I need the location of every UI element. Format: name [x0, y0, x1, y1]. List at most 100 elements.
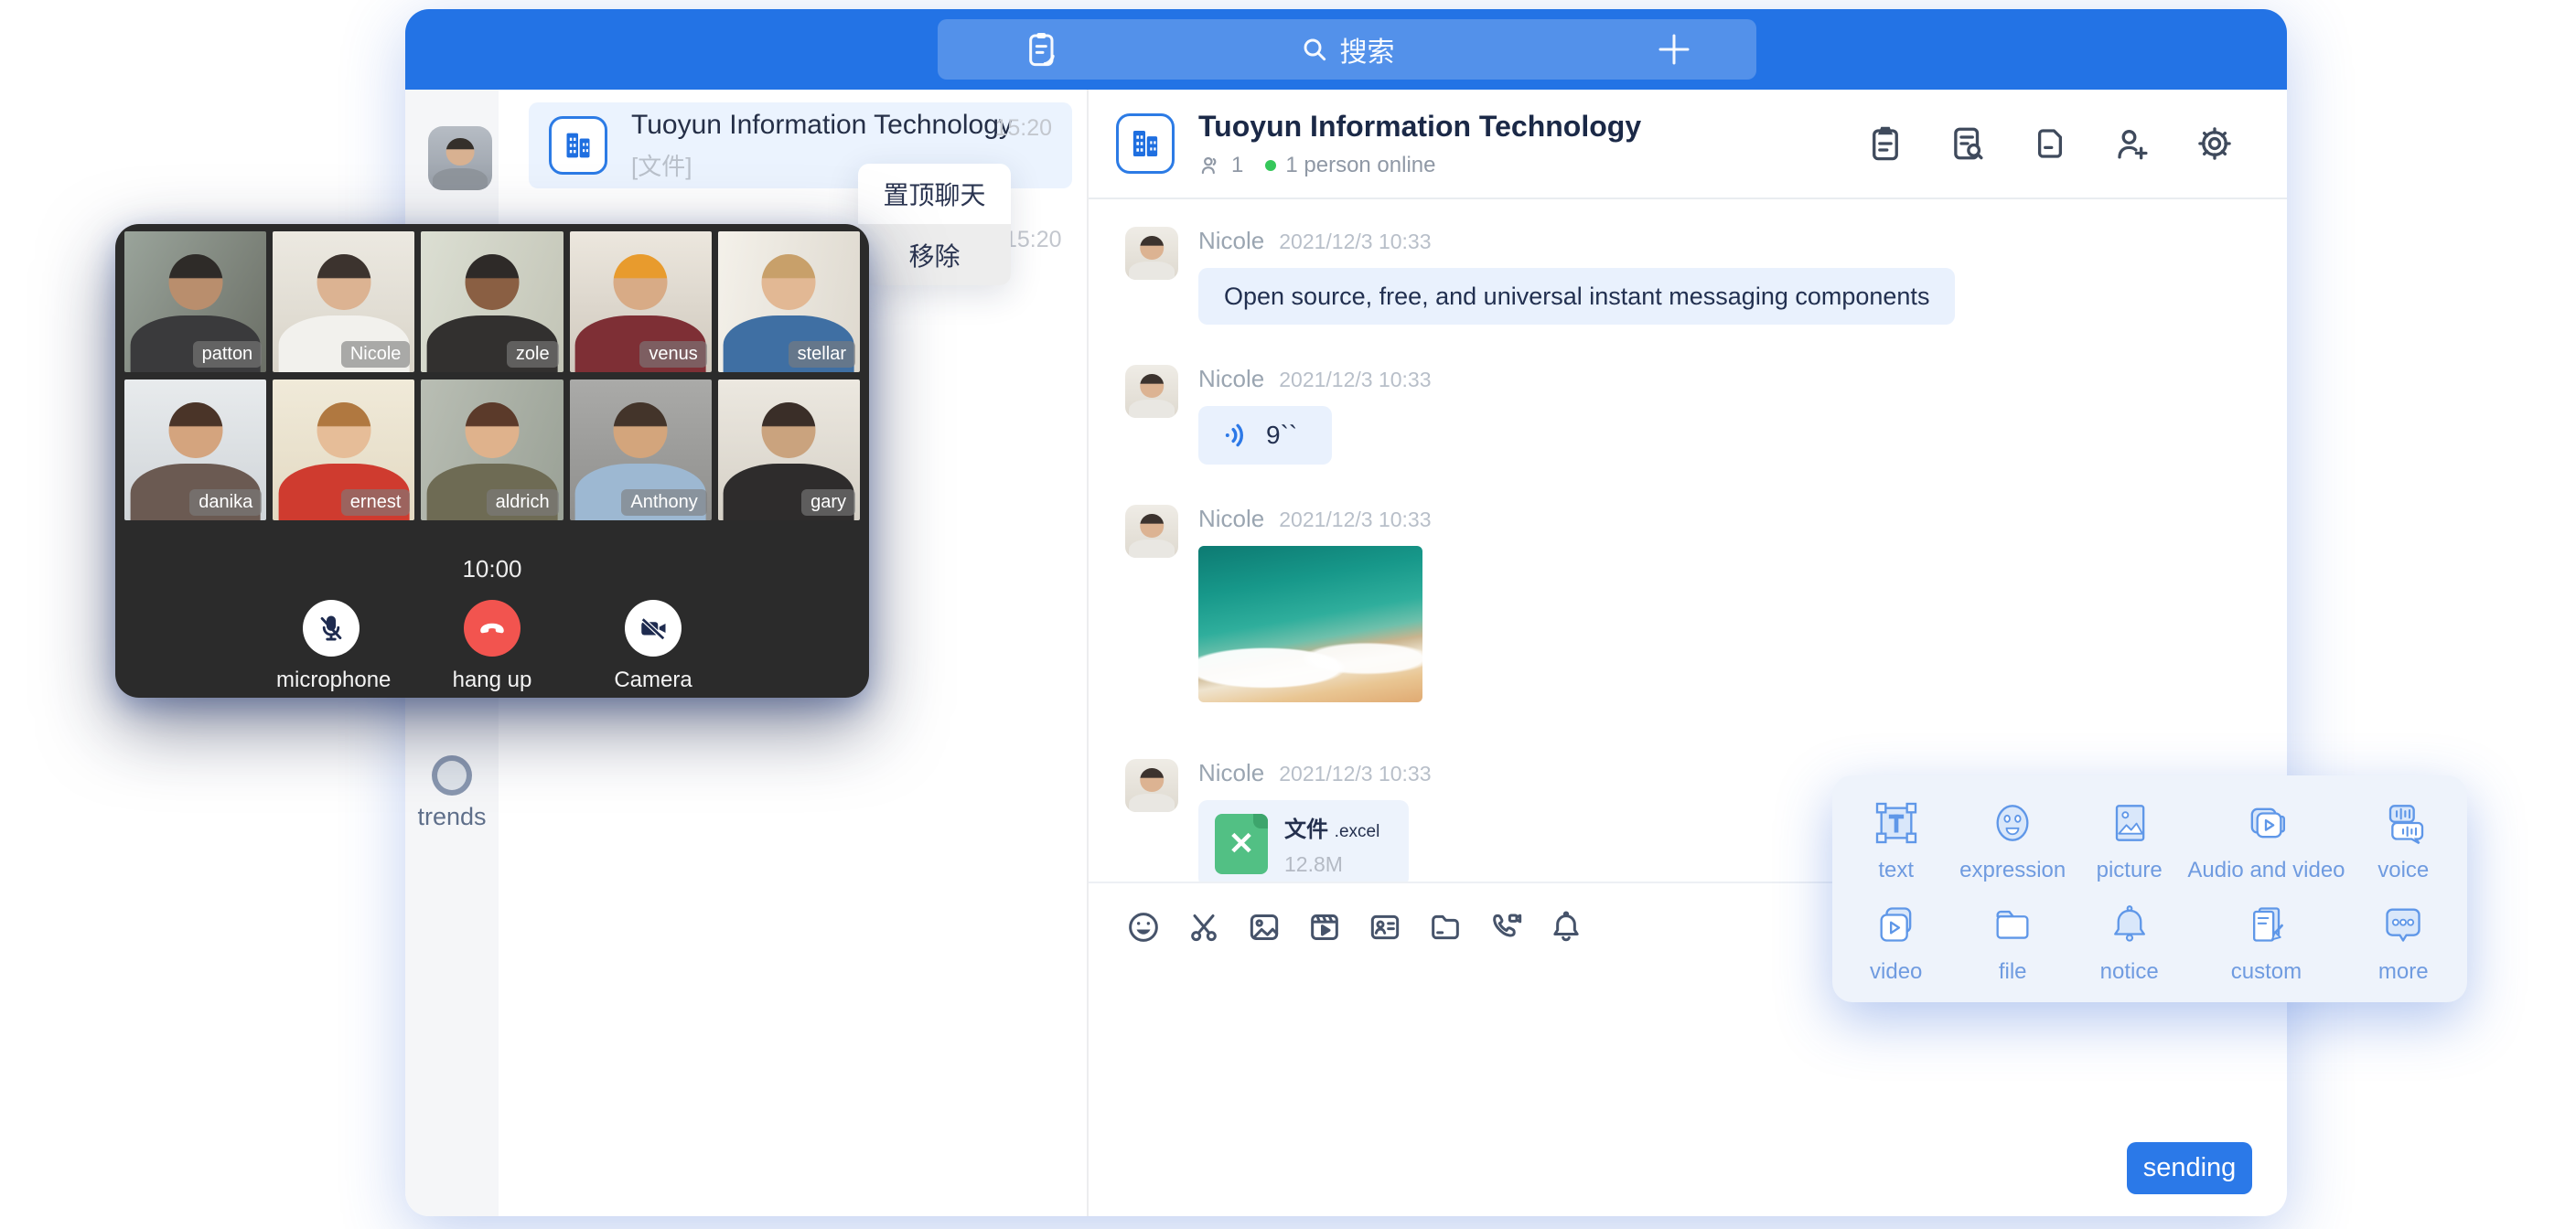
- hang-up-label: hang up: [437, 668, 547, 693]
- file-button[interactable]: [1427, 909, 1464, 946]
- folder-icon: [1987, 899, 2038, 950]
- online-status: 1 person online: [1285, 153, 1435, 178]
- message-image: Nicole 2021/12/3 10:33: [1125, 505, 2287, 702]
- participant-video[interactable]: danika: [124, 379, 266, 520]
- image-button[interactable]: [1246, 909, 1283, 946]
- notify-button[interactable]: [1548, 909, 1584, 946]
- participant-name: Anthony: [621, 489, 706, 516]
- participant-name: gary: [801, 489, 855, 516]
- file-size: 12.8M: [1284, 852, 1379, 877]
- emoji-button[interactable]: [1125, 909, 1162, 946]
- expression-icon: [1987, 797, 2038, 849]
- sender-name: Nicole: [1198, 759, 1264, 787]
- participant-video[interactable]: aldrich: [421, 379, 563, 520]
- message-text: Nicole 2021/12/3 10:33 Open source, free…: [1125, 227, 2287, 325]
- participant-video[interactable]: gary: [718, 379, 860, 520]
- message-timestamp: 2021/12/3 10:33: [1279, 762, 1431, 786]
- screenshot-button[interactable]: [1186, 909, 1222, 946]
- clapper-icon: [1306, 909, 1343, 946]
- participant-video[interactable]: stellar: [718, 231, 860, 372]
- call-records-button[interactable]: [1002, 19, 1084, 80]
- building-icon: [1126, 124, 1165, 163]
- trends-label: trends: [405, 803, 499, 831]
- contact-card-icon: [1367, 909, 1403, 946]
- panel-item-notice[interactable]: notice: [2071, 893, 2187, 989]
- image-icon: [1246, 909, 1283, 946]
- chat-header-actions: [1866, 124, 2234, 163]
- building-icon: [560, 127, 596, 164]
- sender-avatar[interactable]: [1125, 365, 1178, 418]
- sender-avatar[interactable]: [1125, 759, 1178, 812]
- emoji-icon: [1125, 909, 1162, 946]
- bell-icon: [1548, 909, 1584, 946]
- file-bubble[interactable]: ✕ 文件 .excel 12.8M: [1198, 800, 1409, 882]
- search-bar[interactable]: 搜索: [938, 19, 1756, 80]
- panel-item-file[interactable]: file: [1954, 893, 2070, 989]
- video-message-button[interactable]: [1306, 909, 1343, 946]
- participant-video[interactable]: ernest: [273, 379, 414, 520]
- panel-item-audio-video[interactable]: Audio and video: [2187, 792, 2345, 888]
- file-icon: [2031, 124, 2069, 163]
- sidebar-item-trends[interactable]: trends: [405, 755, 499, 831]
- menu-item-remove[interactable]: 移除: [858, 224, 1011, 285]
- panel-item-label: video: [1870, 959, 1922, 985]
- add-member-button[interactable]: [2113, 124, 2152, 163]
- participant-grid: patton Nicole zole venus stellar danika …: [124, 231, 860, 520]
- menu-item-pin-chat[interactable]: 置顶聊天: [858, 164, 1011, 224]
- excel-file-icon: ✕: [1215, 814, 1268, 874]
- sender-name: Nicole: [1198, 227, 1264, 255]
- survey-button[interactable]: [1866, 124, 1905, 163]
- group-file-button[interactable]: [2031, 124, 2069, 163]
- panel-item-label: file: [1999, 959, 2027, 985]
- panel-item-expression[interactable]: expression: [1954, 792, 2070, 888]
- add-member-icon: [2113, 124, 2152, 163]
- sender-avatar[interactable]: [1125, 227, 1178, 280]
- chat-area: Tuoyun Information Technology 1 1 person…: [1089, 90, 2287, 1216]
- microphone-off-icon: [316, 613, 347, 644]
- add-button[interactable]: [1633, 19, 1715, 80]
- audio-video-icon: [2240, 797, 2292, 849]
- participant-video[interactable]: Nicole: [273, 231, 414, 372]
- chat-history-icon: [1948, 124, 1987, 163]
- group-avatar: [549, 116, 607, 175]
- panel-item-label: custom: [2231, 959, 2302, 985]
- send-button[interactable]: sending: [2127, 1142, 2252, 1194]
- conversation-time: 15:20: [994, 115, 1052, 142]
- phone-camera-icon: [1487, 909, 1524, 946]
- image-message-beach[interactable]: [1198, 546, 1422, 702]
- panel-item-voice[interactable]: voice: [2345, 792, 2462, 888]
- settings-button[interactable]: [2195, 124, 2234, 163]
- gear-icon: [2195, 124, 2234, 163]
- hang-up-button[interactable]: hang up: [437, 600, 547, 693]
- panel-item-picture[interactable]: picture: [2071, 792, 2187, 888]
- scissors-icon: [1186, 909, 1222, 946]
- hang-up-icon: [476, 612, 509, 645]
- notice-bell-icon: [2104, 899, 2155, 950]
- contact-card-button[interactable]: [1367, 909, 1403, 946]
- participant-name: ernest: [341, 489, 411, 516]
- participant-video[interactable]: venus: [570, 231, 712, 372]
- custom-icon: [2240, 899, 2292, 950]
- top-bar: 搜索: [405, 9, 2287, 90]
- file-info: 文件 .excel 12.8M: [1284, 811, 1379, 877]
- camera-off-button[interactable]: Camera: [598, 600, 708, 693]
- composer-input[interactable]: sending: [1089, 971, 2287, 1216]
- panel-item-video[interactable]: video: [1838, 893, 1954, 989]
- panel-item-more[interactable]: more: [2345, 893, 2462, 989]
- call-timer: 10:00: [124, 555, 860, 583]
- participant-video[interactable]: patton: [124, 231, 266, 372]
- my-avatar[interactable]: [428, 126, 492, 190]
- video-call-button[interactable]: [1487, 909, 1524, 946]
- message-timestamp: 2021/12/3 10:33: [1279, 368, 1431, 392]
- voice-bubble[interactable]: 9``: [1198, 406, 1332, 465]
- participant-video[interactable]: zole: [421, 231, 563, 372]
- call-controls: microphone hang up Camera: [124, 600, 860, 693]
- text-bubble[interactable]: Open source, free, and universal instant…: [1198, 268, 1955, 325]
- participant-video[interactable]: Anthony: [570, 379, 712, 520]
- sender-avatar[interactable]: [1125, 505, 1178, 558]
- panel-item-custom[interactable]: custom: [2187, 893, 2345, 989]
- mute-microphone-button[interactable]: microphone: [276, 600, 386, 693]
- chat-history-button[interactable]: [1948, 124, 1987, 163]
- panel-item-text[interactable]: text: [1838, 792, 1954, 888]
- search-icon: [1300, 35, 1329, 64]
